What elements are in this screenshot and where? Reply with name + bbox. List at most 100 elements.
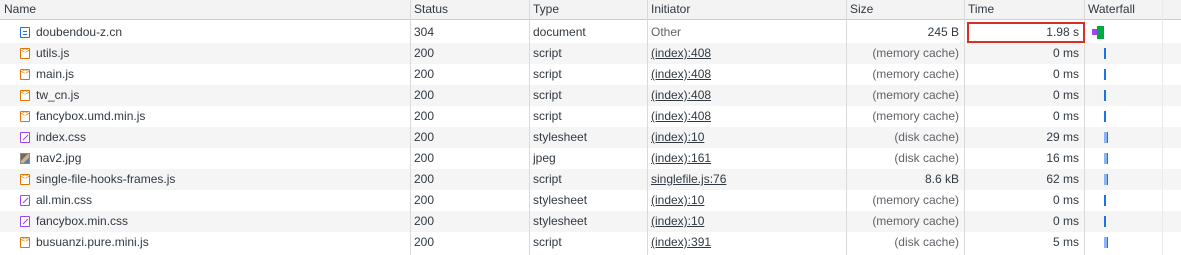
type-cell: stylesheet <box>533 130 588 144</box>
request-name-text: fancybox.umd.min.js <box>36 109 146 123</box>
initiator-cell[interactable]: (index):10 <box>647 127 846 148</box>
initiator-link[interactable]: (index):161 <box>651 151 711 165</box>
size-cell: (memory cache) <box>872 214 959 228</box>
column-divider[interactable] <box>410 0 411 255</box>
initiator-cell[interactable]: (index):10 <box>647 190 846 211</box>
time-cell: 0 ms <box>1052 214 1079 228</box>
initiator-cell[interactable]: singlefile.js:76 <box>647 169 846 190</box>
table-row[interactable]: <> utils.js 200 script (index):408 (memory ca… <box>0 43 1181 64</box>
waterfall-bar[interactable] <box>1086 64 1162 85</box>
waterfall-bar[interactable] <box>1086 232 1162 253</box>
initiator-cell[interactable]: (index):391 <box>647 232 846 253</box>
waterfall-bar[interactable] <box>1086 85 1162 106</box>
script-icon: <> <box>20 237 30 248</box>
request-name[interactable]: nav2.jpg <box>16 148 410 169</box>
request-name-text: all.min.css <box>36 193 93 207</box>
column-header-time[interactable]: Time <box>964 0 1084 19</box>
request-name-text: fancybox.min.css <box>36 214 129 228</box>
request-name[interactable]: <> single-file-hooks-frames.js <box>16 169 410 190</box>
table-row[interactable]: <> main.js 200 script (index):408 (memory cac… <box>0 64 1181 85</box>
waterfall-bar[interactable] <box>1086 169 1162 190</box>
initiator-link[interactable]: (index):10 <box>651 193 704 207</box>
column-header-initiator[interactable]: Initiator <box>647 0 846 19</box>
table-row[interactable]: <> busuanzi.pure.mini.js 200 script (index):… <box>0 232 1181 253</box>
type-cell: script <box>533 46 562 60</box>
column-header-status[interactable]: Status <box>410 0 529 19</box>
status-cell: 200 <box>414 193 435 207</box>
status-cell: 304 <box>414 25 435 39</box>
type-cell: script <box>533 88 562 102</box>
initiator-link[interactable]: (index):391 <box>651 235 711 249</box>
column-header-type[interactable]: Type <box>529 0 647 19</box>
request-name-text: main.js <box>36 67 75 81</box>
size-cell: 8.6 kB <box>924 172 959 186</box>
size-cell: 245 B <box>927 25 959 39</box>
status-cell: 200 <box>414 46 435 60</box>
request-name[interactable]: <> utils.js <box>16 43 410 64</box>
table-row[interactable]: <> tw_cn.js 200 script (index):408 (memory ca… <box>0 85 1181 106</box>
waterfall-bar[interactable] <box>1086 127 1162 148</box>
time-cell: 0 ms <box>1052 193 1079 207</box>
request-name[interactable]: doubendou-z.cn <box>16 22 410 43</box>
initiator-link[interactable]: (index):10 <box>651 130 704 144</box>
initiator-cell[interactable]: (index):408 <box>647 106 846 127</box>
type-cell: script <box>533 109 562 123</box>
status-cell: 200 <box>414 235 435 249</box>
initiator-cell[interactable]: (index):408 <box>647 85 846 106</box>
stylesheet-icon <box>20 132 30 143</box>
column-header-size[interactable]: Size <box>846 0 964 19</box>
script-icon: <> <box>20 69 30 80</box>
waterfall-bar[interactable] <box>1086 22 1162 43</box>
request-name[interactable]: all.min.css <box>16 190 410 211</box>
time-cell: 16 ms <box>1046 151 1079 165</box>
time-cell: 0 ms <box>1052 67 1079 81</box>
type-cell: stylesheet <box>533 193 588 207</box>
column-divider[interactable] <box>846 0 847 255</box>
request-name[interactable]: <> tw_cn.js <box>16 85 410 106</box>
initiator-link[interactable]: (index):408 <box>651 88 711 102</box>
request-name[interactable]: <> main.js <box>16 64 410 85</box>
table-header: Name Status Type Initiator Size Time Wat… <box>0 0 1181 20</box>
status-cell: 200 <box>414 109 435 123</box>
table-row[interactable]: all.min.css 200 stylesheet (index):10 (memor… <box>0 190 1181 211</box>
column-header-name[interactable]: Name <box>0 0 410 19</box>
table-row[interactable]: nav2.jpg 200 jpeg (index):161 (disk cache) 16… <box>0 148 1181 169</box>
request-name[interactable]: index.css <box>16 127 410 148</box>
waterfall-bar[interactable] <box>1086 148 1162 169</box>
script-icon: <> <box>20 90 30 101</box>
time-cell: 0 ms <box>1052 109 1079 123</box>
initiator-cell[interactable]: (index):161 <box>647 148 846 169</box>
initiator-link[interactable]: (index):10 <box>651 214 704 228</box>
initiator-link[interactable]: (index):408 <box>651 67 711 81</box>
request-name[interactable]: <> busuanzi.pure.mini.js <box>16 232 410 253</box>
column-divider[interactable] <box>647 0 648 255</box>
column-divider[interactable] <box>964 0 965 255</box>
request-name[interactable]: <> fancybox.umd.min.js <box>16 106 410 127</box>
initiator-link[interactable]: singlefile.js:76 <box>651 172 726 186</box>
status-cell: 200 <box>414 172 435 186</box>
column-divider[interactable] <box>1084 0 1085 255</box>
table-row[interactable]: fancybox.min.css 200 stylesheet (index):10 (… <box>0 211 1181 232</box>
type-cell: script <box>533 67 562 81</box>
script-icon: <> <box>20 111 30 122</box>
initiator-link[interactable]: (index):408 <box>651 46 711 60</box>
waterfall-bar[interactable] <box>1086 106 1162 127</box>
table-row[interactable]: <> single-file-hooks-frames.js 200 script si… <box>0 169 1181 190</box>
waterfall-bar[interactable] <box>1086 190 1162 211</box>
column-divider[interactable] <box>529 0 530 255</box>
request-name[interactable]: fancybox.min.css <box>16 211 410 232</box>
time-cell: 29 ms <box>1046 130 1079 144</box>
initiator-link[interactable]: (index):408 <box>651 109 711 123</box>
initiator-cell[interactable]: (index):408 <box>647 64 846 85</box>
table-row[interactable]: doubendou-z.cn 304 document Other 245 B 1.98 … <box>0 22 1181 43</box>
initiator-cell[interactable]: (index):10 <box>647 211 846 232</box>
waterfall-bar[interactable] <box>1086 211 1162 232</box>
size-cell: (disk cache) <box>894 235 959 249</box>
table-row[interactable]: <> fancybox.umd.min.js 200 script (index):40… <box>0 106 1181 127</box>
document-icon <box>20 27 30 38</box>
initiator-cell[interactable]: (index):408 <box>647 43 846 64</box>
waterfall-bar[interactable] <box>1086 43 1162 64</box>
column-header-waterfall[interactable]: Waterfall <box>1084 0 1181 19</box>
size-cell: (memory cache) <box>872 193 959 207</box>
table-row[interactable]: index.css 200 stylesheet (index):10 (disk ca… <box>0 127 1181 148</box>
